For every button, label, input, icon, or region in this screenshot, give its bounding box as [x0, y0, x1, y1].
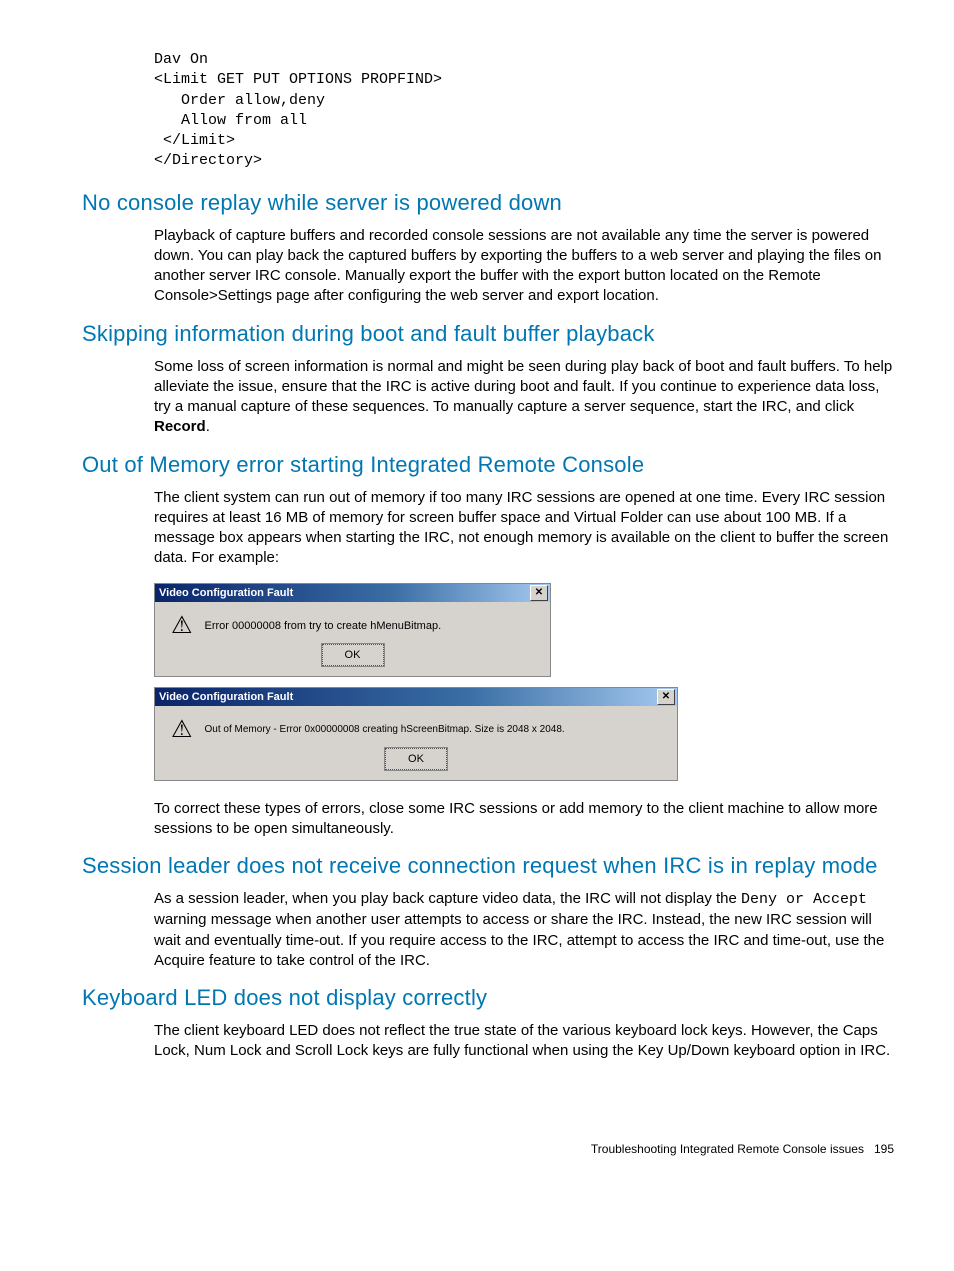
- dialog-body: ⚠ Out of Memory - Error 0x00000008 creat…: [155, 706, 677, 780]
- ok-button[interactable]: OK: [385, 748, 447, 770]
- mono-deny-accept: Deny or Accept: [741, 891, 867, 908]
- dialog-titlebar: Video Configuration Fault ✕: [155, 688, 677, 706]
- error-dialog-2: Video Configuration Fault ✕ ⚠ Out of Mem…: [154, 687, 678, 781]
- paragraph: As a session leader, when you play back …: [154, 889, 894, 971]
- ok-button[interactable]: OK: [322, 644, 384, 666]
- close-icon[interactable]: ✕: [530, 585, 548, 601]
- text: warning message when another user attemp…: [154, 911, 884, 969]
- heading-out-of-memory: Out of Memory error starting Integrated …: [82, 452, 894, 478]
- text: Some loss of screen information is norma…: [154, 358, 892, 416]
- text: .: [206, 418, 210, 435]
- paragraph: To correct these types of errors, close …: [154, 799, 894, 840]
- bold-record: Record: [154, 418, 206, 435]
- document-page: Dav On <Limit GET PUT OPTIONS PROPFIND> …: [0, 0, 954, 1186]
- dialog-body: ⚠ Error 00000008 from try to create hMen…: [155, 602, 550, 676]
- code-block: Dav On <Limit GET PUT OPTIONS PROPFIND> …: [154, 50, 894, 172]
- paragraph: The client keyboard LED does not reflect…: [154, 1021, 894, 1062]
- paragraph: Some loss of screen information is norma…: [154, 357, 894, 438]
- page-number: 195: [874, 1142, 894, 1156]
- text: As a session leader, when you play back …: [154, 890, 741, 907]
- dialog-title: Video Configuration Fault: [159, 691, 293, 703]
- heading-session-leader: Session leader does not receive connecti…: [82, 853, 894, 879]
- close-icon[interactable]: ✕: [657, 689, 675, 705]
- dialog-content-row: ⚠ Out of Memory - Error 0x00000008 creat…: [159, 712, 673, 748]
- footer-text: Troubleshooting Integrated Remote Consol…: [591, 1142, 864, 1156]
- heading-skipping-information: Skipping information during boot and fau…: [82, 321, 894, 347]
- dialog-message: Out of Memory - Error 0x00000008 creatin…: [205, 724, 565, 735]
- paragraph: Playback of capture buffers and recorded…: [154, 226, 894, 307]
- error-dialog-1: Video Configuration Fault ✕ ⚠ Error 0000…: [154, 583, 551, 677]
- heading-no-console-replay: No console replay while server is powere…: [82, 190, 894, 216]
- dialog-content-row: ⚠ Error 00000008 from try to create hMen…: [159, 608, 546, 644]
- page-footer: Troubleshooting Integrated Remote Consol…: [82, 1142, 894, 1156]
- warning-icon: ⚠: [171, 718, 193, 742]
- dialog-message: Error 00000008 from try to create hMenuB…: [205, 620, 442, 632]
- warning-icon: ⚠: [171, 614, 193, 638]
- dialog-titlebar: Video Configuration Fault ✕: [155, 584, 550, 602]
- dialog-title: Video Configuration Fault: [159, 587, 293, 599]
- heading-keyboard-led: Keyboard LED does not display correctly: [82, 985, 894, 1011]
- paragraph: The client system can run out of memory …: [154, 488, 894, 569]
